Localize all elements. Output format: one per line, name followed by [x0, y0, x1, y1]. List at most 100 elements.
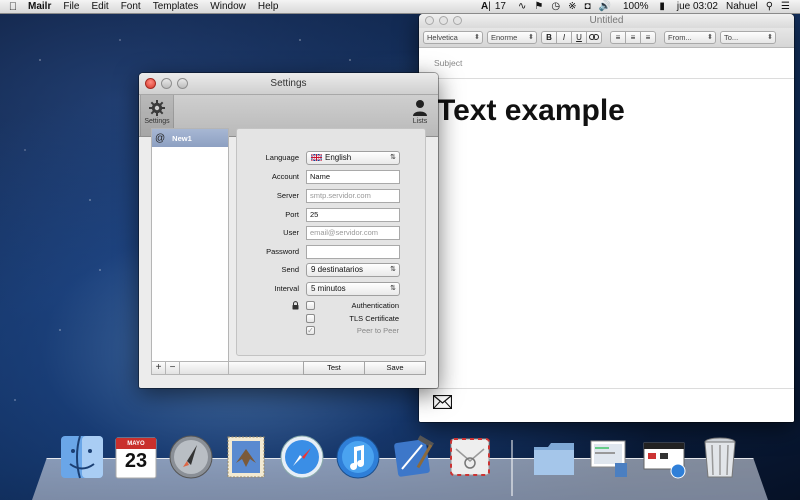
- downloads-folder-icon[interactable]: [530, 433, 578, 481]
- bold-button[interactable]: B: [541, 31, 557, 44]
- minimize-button[interactable]: [439, 16, 448, 25]
- close-button[interactable]: [145, 78, 156, 89]
- p2p-checkbox[interactable]: ✓: [306, 326, 315, 335]
- server-label: Server: [276, 191, 299, 200]
- window-title: Untitled: [589, 15, 624, 26]
- remove-account-button[interactable]: −: [166, 362, 180, 374]
- from-select[interactable]: From...: [664, 31, 716, 44]
- tls-checkbox[interactable]: [306, 314, 315, 323]
- port-field[interactable]: 25: [306, 208, 400, 222]
- list-item[interactable]: @ New1: [152, 129, 228, 147]
- message-body[interactable]: Text example: [437, 94, 625, 128]
- style-buttons: B I U: [541, 31, 602, 44]
- font-family-select[interactable]: Helvetica: [423, 31, 483, 44]
- flag-icon[interactable]: ⚑: [530, 1, 547, 12]
- align-left-icon: ≡: [615, 33, 621, 42]
- password-row: Password: [237, 245, 425, 259]
- adobe-count: 17: [494, 1, 506, 12]
- send-select[interactable]: 9 destinatarios ⇅: [306, 263, 400, 277]
- zoom-button[interactable]: [453, 16, 462, 25]
- menu-help[interactable]: Help: [252, 1, 285, 12]
- add-account-button[interactable]: +: [152, 362, 166, 374]
- menu-font[interactable]: Font: [115, 1, 147, 12]
- battery-icon: ▮: [659, 1, 665, 12]
- italic-button[interactable]: I: [556, 31, 572, 44]
- align-right-button[interactable]: ≡: [640, 31, 656, 44]
- mail-stamp-icon[interactable]: [222, 433, 270, 481]
- calendar-month: MAYO: [127, 441, 145, 447]
- select-arrows-icon: ⇅: [390, 266, 396, 273]
- at-icon: @: [155, 132, 166, 144]
- underline-button[interactable]: U: [571, 31, 587, 44]
- menu-window[interactable]: Window: [204, 1, 252, 12]
- user-row: User email@servidor.com: [237, 226, 425, 240]
- user-field[interactable]: email@servidor.com: [306, 226, 400, 240]
- to-select[interactable]: To...: [720, 31, 776, 44]
- authentication-row: Authentication: [237, 301, 425, 311]
- zoom-button[interactable]: [177, 78, 188, 89]
- menu-edit[interactable]: Edit: [85, 1, 114, 12]
- language-select[interactable]: English ⇅: [306, 151, 400, 165]
- link-button[interactable]: [586, 31, 602, 44]
- wifi-icon[interactable]: ◘: [580, 1, 594, 12]
- select-arrows-icon: ⇅: [390, 154, 396, 161]
- clock[interactable]: jue 03:02: [673, 1, 722, 12]
- compose-titlebar[interactable]: Untitled: [419, 14, 794, 28]
- adobe-status-item[interactable]: A| 17: [477, 1, 514, 12]
- mailr-app-icon[interactable]: [446, 433, 494, 481]
- account-name: New1: [172, 133, 192, 143]
- window-controls: [145, 78, 188, 89]
- account-field[interactable]: Name: [306, 170, 400, 184]
- battery-percent: 100%: [622, 1, 649, 12]
- gear-icon: [149, 100, 165, 116]
- minimize-button[interactable]: [161, 78, 172, 89]
- finder-icon[interactable]: [58, 433, 106, 481]
- interval-label: Interval: [274, 284, 299, 293]
- sync-icon[interactable]: ∿: [514, 1, 530, 12]
- spotlight-icon[interactable]: ⚲: [762, 1, 777, 12]
- trash-icon[interactable]: [696, 433, 744, 481]
- save-button[interactable]: Save: [364, 361, 426, 375]
- authentication-checkbox[interactable]: [306, 301, 315, 310]
- account-list: @ New1: [151, 128, 229, 362]
- menu-file[interactable]: File: [57, 1, 85, 12]
- preview-stack-icon[interactable]: [585, 433, 633, 481]
- bluetooth-icon[interactable]: ※: [564, 1, 580, 12]
- server-field[interactable]: smtp.servidor.com: [306, 189, 400, 203]
- password-field[interactable]: [306, 245, 400, 259]
- xcode-icon[interactable]: [390, 433, 438, 481]
- notification-center-icon[interactable]: ☰: [777, 1, 794, 12]
- itunes-icon[interactable]: [334, 433, 382, 481]
- menu-templates[interactable]: Templates: [147, 1, 205, 12]
- apple-menu-icon[interactable]: : [0, 1, 26, 13]
- user-menu[interactable]: Nahuel: [722, 1, 762, 12]
- font-size-select[interactable]: Enorme: [487, 31, 537, 44]
- time-machine-icon[interactable]: ◷: [547, 1, 564, 12]
- calendar-icon[interactable]: MAYO 23: [112, 433, 160, 481]
- volume-icon[interactable]: 🔊: [595, 1, 615, 12]
- settings-titlebar[interactable]: Settings: [139, 73, 438, 95]
- dock-separator: [511, 440, 513, 496]
- uk-flag-icon: [311, 154, 322, 161]
- subject-field[interactable]: Subject: [419, 48, 794, 79]
- safari-icon[interactable]: [278, 433, 326, 481]
- test-button[interactable]: Test: [303, 361, 365, 375]
- align-right-icon: ≡: [645, 33, 651, 42]
- launchpad-icon[interactable]: [167, 433, 215, 481]
- port-label: Port: [285, 210, 299, 219]
- p2p-row: ✓ Peer to Peer: [237, 326, 425, 336]
- send-envelope-icon[interactable]: [433, 395, 452, 409]
- lock-icon[interactable]: [292, 301, 299, 310]
- battery-status[interactable]: 100% ▮: [615, 1, 673, 12]
- interval-select[interactable]: 5 minutos ⇅: [306, 282, 400, 296]
- dashboard-stack-icon[interactable]: [640, 433, 688, 481]
- tab-lists-label: Lists: [412, 118, 428, 125]
- send-label: Send: [281, 265, 299, 274]
- app-menu[interactable]: Mailr: [26, 1, 57, 12]
- compose-footer: [419, 388, 794, 422]
- settings-window: Settings Settings Lists @ New1 + − Langu…: [139, 73, 438, 388]
- align-left-button[interactable]: ≡: [610, 31, 626, 44]
- align-center-button[interactable]: ≡: [625, 31, 641, 44]
- close-button[interactable]: [425, 16, 434, 25]
- status-area: A| 17 ∿ ⚑ ◷ ※ ◘ 🔊 100% ▮ jue 03:02 Nahuel…: [477, 1, 800, 12]
